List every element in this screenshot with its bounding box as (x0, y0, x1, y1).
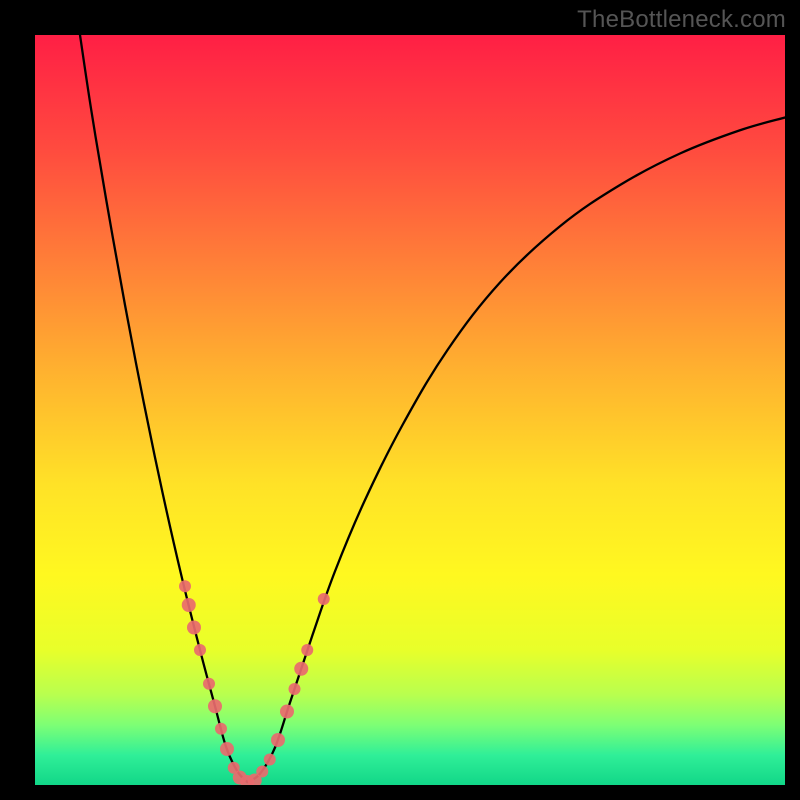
data-marker (271, 733, 285, 747)
data-marker (182, 598, 196, 612)
data-marker (289, 683, 301, 695)
data-marker (194, 644, 206, 656)
data-marker (280, 705, 294, 719)
data-marker (264, 754, 276, 766)
plot-svg (35, 35, 785, 785)
data-marker (179, 580, 191, 592)
watermark-text: TheBottleneck.com (577, 6, 786, 34)
data-marker (318, 593, 330, 605)
data-marker (256, 766, 268, 778)
data-marker (187, 621, 201, 635)
data-marker (301, 644, 313, 656)
data-marker (208, 699, 222, 713)
data-marker (294, 662, 308, 676)
data-marker (215, 723, 227, 735)
chart-frame: TheBottleneck.com (0, 0, 800, 800)
data-marker (203, 678, 215, 690)
plot-area (35, 35, 785, 785)
data-marker (220, 742, 234, 756)
